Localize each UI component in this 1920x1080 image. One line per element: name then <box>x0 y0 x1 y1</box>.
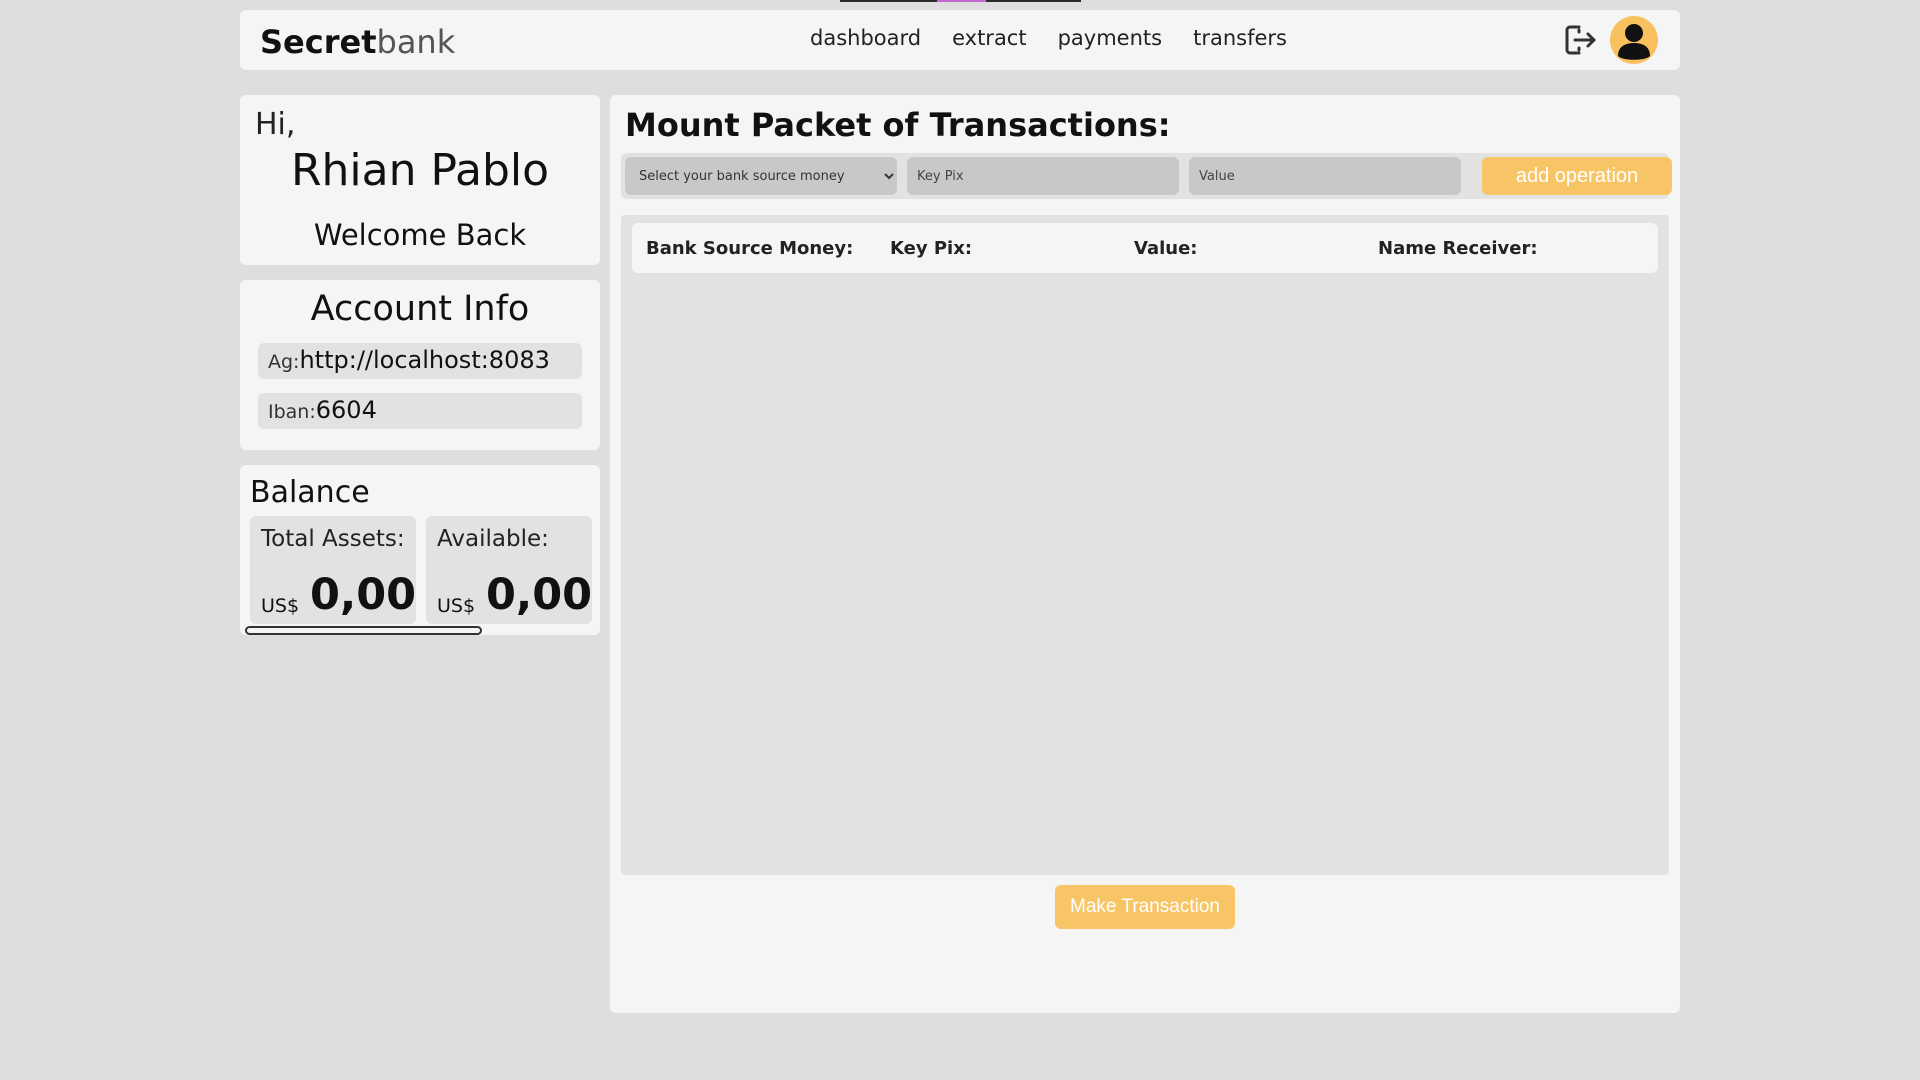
iban-field: Iban:6604 <box>258 393 582 429</box>
iban-value: 6604 <box>315 396 377 424</box>
iban-label: Iban: <box>268 401 316 423</box>
nav-dashboard[interactable]: dashboard <box>810 26 921 50</box>
nav-payments[interactable]: payments <box>1058 26 1163 50</box>
col-bank-source: Bank Source Money: <box>646 238 854 259</box>
total-assets-amount: 0,00 <box>310 570 417 620</box>
available-currency: US$ <box>437 595 476 617</box>
key-pix-input[interactable] <box>907 157 1179 195</box>
total-assets-label: Total Assets: <box>261 526 405 552</box>
col-value: Value: <box>1134 238 1198 259</box>
account-info-card: Account Info Ag:http://localhost:8083 Ib… <box>240 280 600 450</box>
user-avatar-icon[interactable] <box>1610 16 1658 64</box>
nav-extract[interactable]: extract <box>952 26 1027 50</box>
account-info-title: Account Info <box>310 289 530 329</box>
agency-field: Ag:http://localhost:8083 <box>258 343 582 379</box>
available-box: Available: US$ 0,00 <box>426 516 592 624</box>
balance-scrollbar[interactable] <box>245 626 482 635</box>
user-name: Rhian Pablo <box>290 145 550 196</box>
transactions-panel: Mount Packet of Transactions: Select you… <box>610 95 1680 1013</box>
col-name-receiver: Name Receiver: <box>1378 238 1538 259</box>
operation-form: Select your bank source money add operat… <box>621 153 1672 199</box>
brand-logo[interactable]: Secretbank <box>260 23 455 61</box>
top-progress-line <box>840 0 1081 2</box>
available-label: Available: <box>437 526 549 552</box>
col-key-pix: Key Pix: <box>890 238 973 259</box>
brand-bold: Secret <box>260 23 377 61</box>
agency-value: http://localhost:8083 <box>299 346 550 374</box>
greeting-hi: Hi, <box>255 107 296 142</box>
nav-links: dashboard extract payments transfers <box>810 26 1287 50</box>
logout-icon[interactable] <box>1562 22 1598 58</box>
balance-card: Balance Total Assets: US$ 0,00 Available… <box>240 465 600 635</box>
total-assets-box: Total Assets: US$ 0,00 <box>250 516 416 624</box>
welcome-text: Welcome Back <box>313 218 527 252</box>
bank-source-select[interactable]: Select your bank source money <box>625 157 897 195</box>
add-operation-button[interactable]: add operation <box>1482 157 1672 195</box>
make-transaction-button[interactable]: Make Transaction <box>1055 885 1235 929</box>
available-amount: 0,00 <box>486 570 593 620</box>
agency-label: Ag: <box>268 351 300 373</box>
balance-title: Balance <box>250 475 370 510</box>
brand-light: bank <box>376 23 456 61</box>
navbar: Secretbank dashboard extract payments tr… <box>240 10 1680 70</box>
total-assets-currency: US$ <box>261 595 300 617</box>
packet-title: Mount Packet of Transactions: <box>625 106 1171 144</box>
transactions-table: Bank Source Money: Key Pix: Value: Name … <box>621 215 1669 875</box>
nav-transfers[interactable]: transfers <box>1193 26 1287 50</box>
greeting-card: Hi, Rhian Pablo Welcome Back <box>240 95 600 265</box>
value-input[interactable] <box>1189 157 1461 195</box>
top-progress-accent <box>937 0 986 2</box>
transactions-table-header: Bank Source Money: Key Pix: Value: Name … <box>632 223 1658 273</box>
